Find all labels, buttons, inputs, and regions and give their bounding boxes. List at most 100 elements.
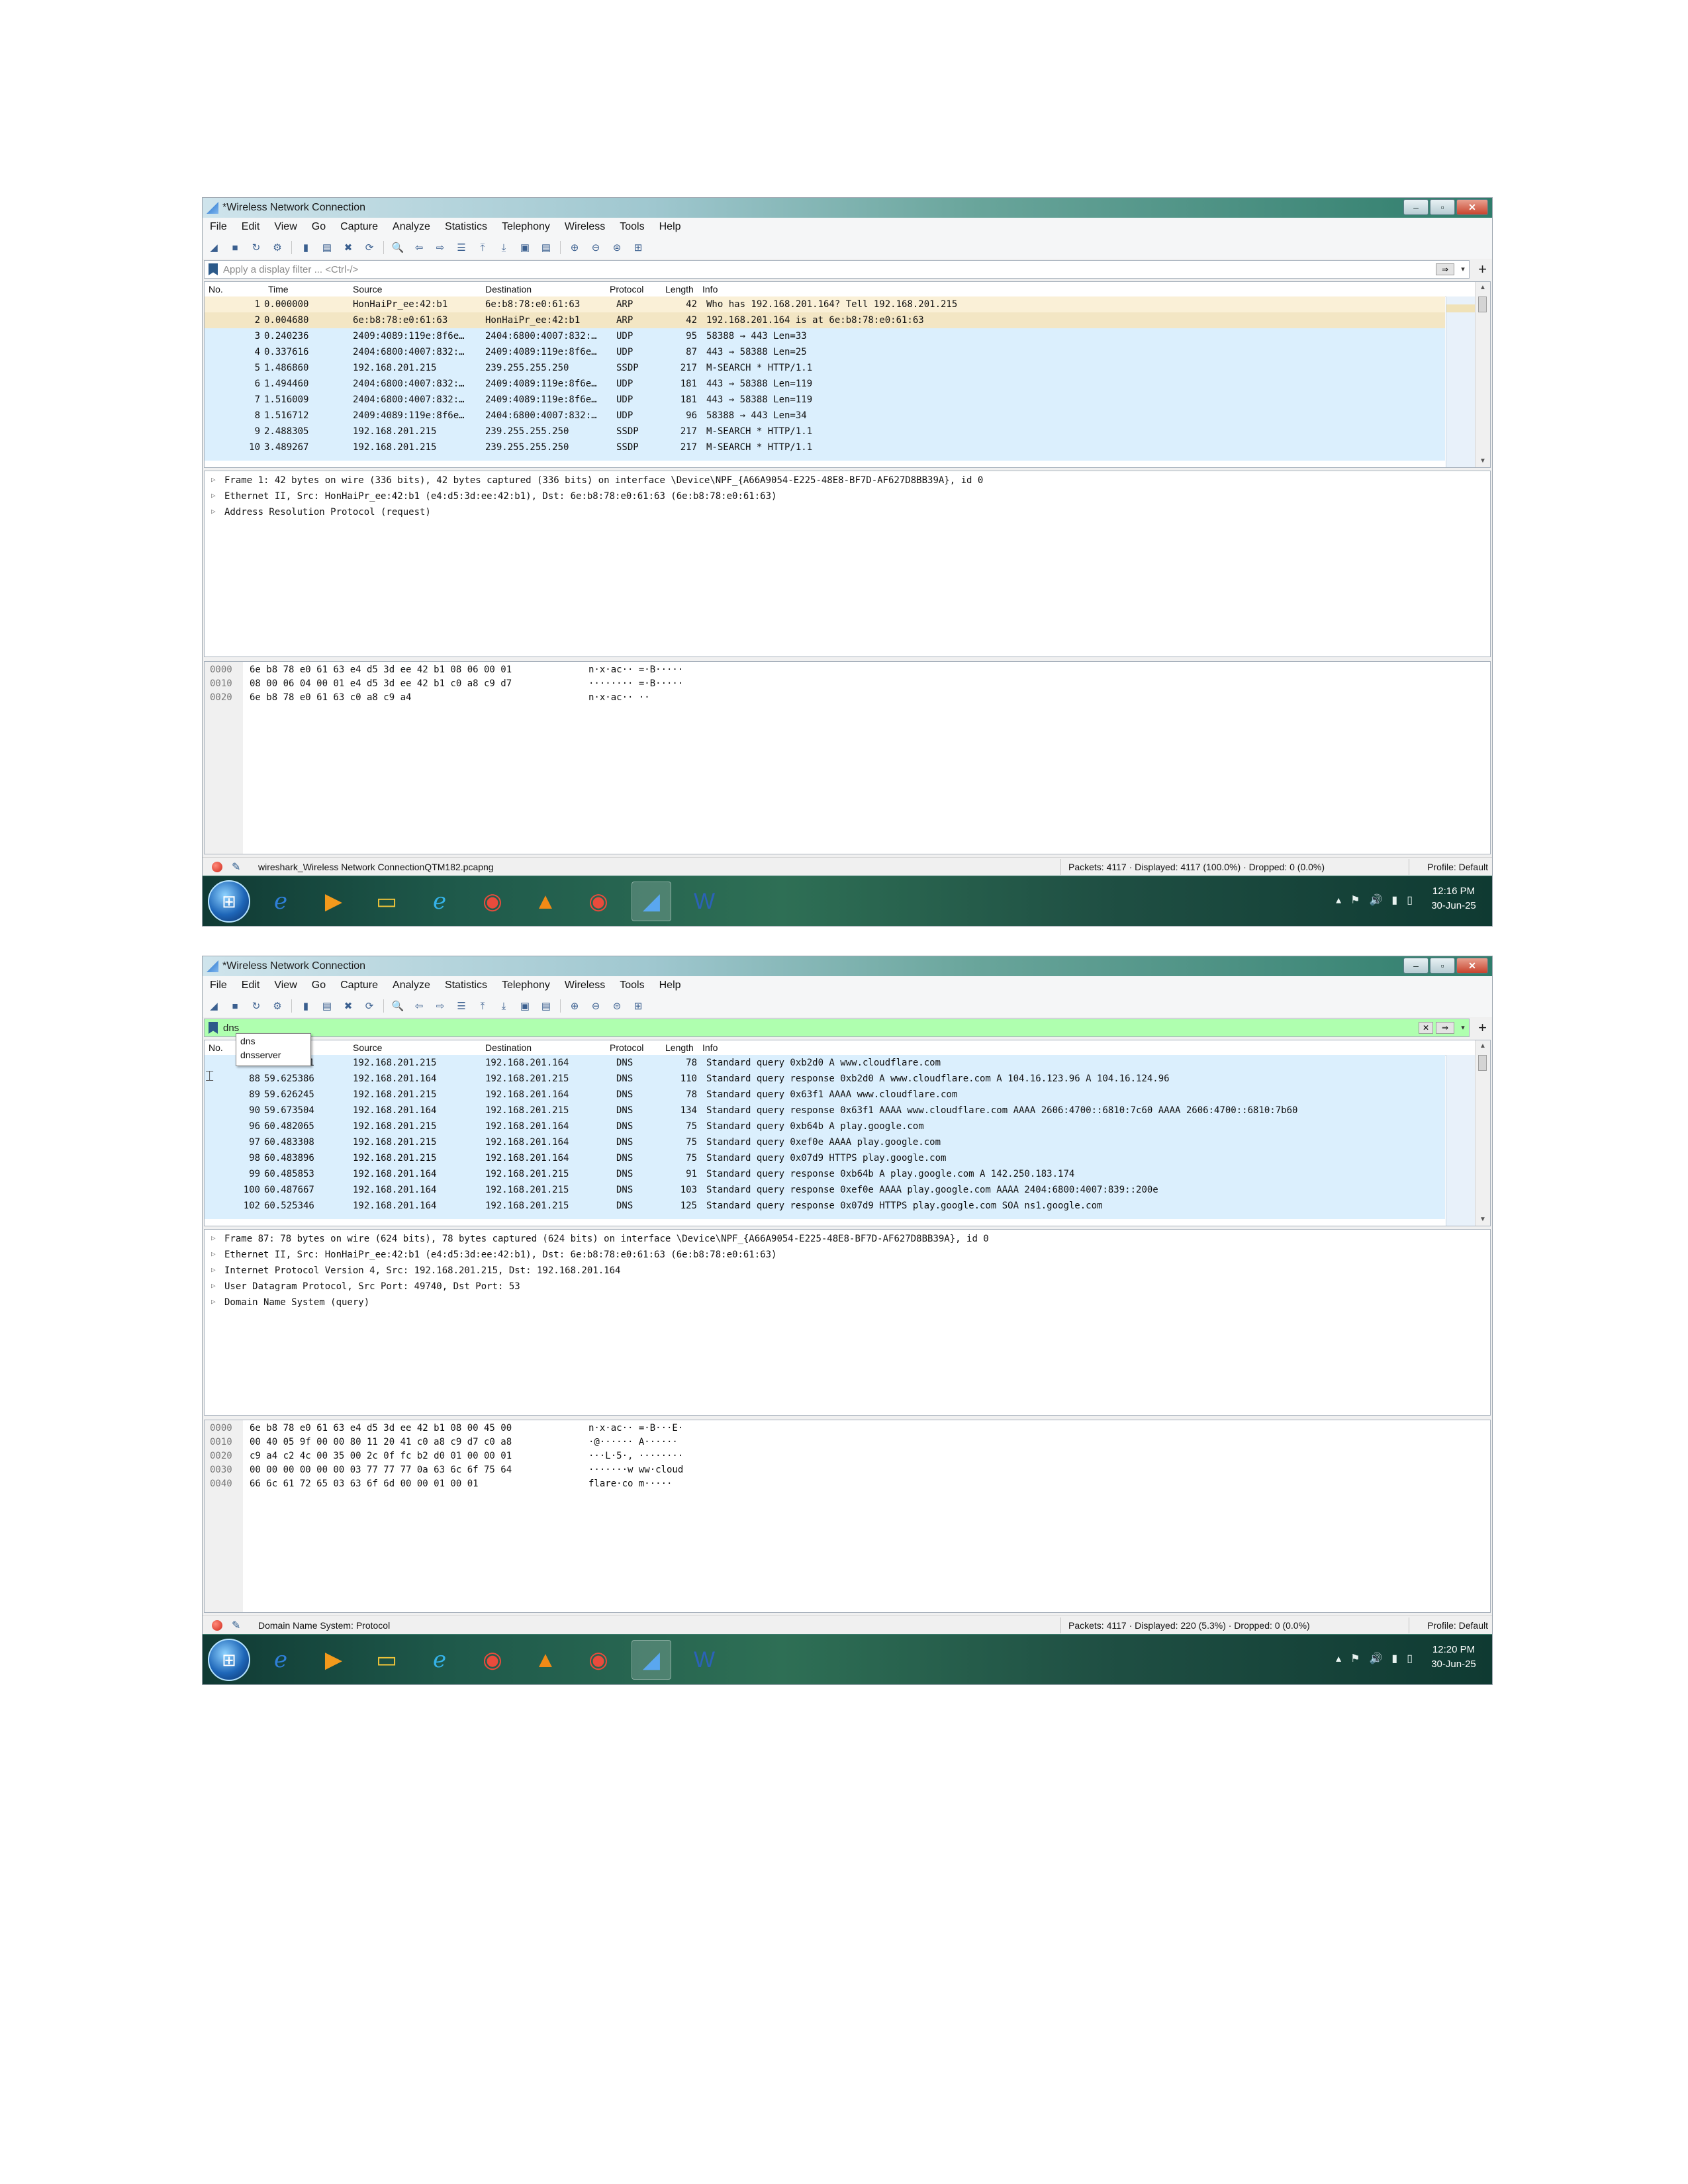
packet-row[interactable]: 99 60.485853 192.168.201.164 192.168.201.21… [205,1166,1445,1182]
zoom-in-icon[interactable]: ⊕ [567,999,582,1013]
battery-icon[interactable]: ▯ [1407,893,1413,907]
menu-wireless[interactable]: Wireless [557,221,612,233]
bytes-hex[interactable]: 6e b8 78 e0 61 63 e4 d5 3d ee 42 b1 08 0… [250,664,512,675]
shark-fin-start-icon[interactable]: ◢ [207,999,221,1013]
expand-arrow-icon[interactable]: ▷ [211,1281,216,1290]
vlc-icon[interactable]: ▲ [526,1640,565,1680]
save-file-icon[interactable]: ▤ [320,240,334,255]
menu-view[interactable]: View [267,979,304,991]
zoom-reset-icon[interactable]: ⊜ [610,999,624,1013]
menu-statistics[interactable]: Statistics [438,221,494,233]
forward-arrow-icon[interactable]: ⇨ [433,240,447,255]
word-icon[interactable]: W [684,882,724,921]
menu-file[interactable]: File [203,979,234,991]
chrome-icon[interactable]: ◉ [473,1640,512,1680]
detail-tree-item[interactable]: ▷ Ethernet II, Src: HonHaiPr_ee:42:b1 (e4… [205,488,1490,504]
go-to-packet-icon[interactable]: ☰ [454,240,469,255]
volume-icon[interactable]: 🔊 [1369,1652,1382,1665]
back-arrow-icon[interactable]: ⇦ [412,240,426,255]
bytes-row[interactable]: 0040 66 6c 61 72 65 03 63 6f 6d 00 00 01 … [205,1477,1490,1491]
scroll-up-icon[interactable]: ▲ [1476,1040,1490,1052]
bytes-ascii[interactable]: ·@······ A······ [588,1437,678,1447]
forward-arrow-icon[interactable]: ⇨ [433,999,447,1013]
menu-go[interactable]: Go [305,979,333,991]
open-folder-icon[interactable]: ▮ [299,999,313,1013]
first-packet-icon[interactable]: ⤒ [475,240,490,255]
maximize-icon[interactable]: ▫ [1430,958,1455,974]
packet-minimap[interactable] [1446,296,1476,467]
media-player-icon[interactable]: ▶ [314,882,353,921]
menu-capture[interactable]: Capture [333,979,385,991]
expert-info-led-icon[interactable] [212,1620,222,1631]
autocomplete-item[interactable]: dns [240,1036,256,1046]
partial-packet-row[interactable] [205,1214,1445,1219]
clear-filter-icon[interactable]: ✕ [1419,1022,1433,1034]
menu-help[interactable]: Help [652,979,688,991]
wireshark-icon[interactable]: ◢ [632,882,671,921]
reload-icon[interactable]: ⟳ [362,240,377,255]
file-explorer-icon[interactable]: ▭ [367,882,406,921]
expand-arrow-icon[interactable]: ▷ [211,491,216,500]
filter-history-dropdown-icon[interactable]: ▾ [1457,263,1469,275]
detail-tree-item[interactable]: ▷ Address Resolution Protocol (request) [205,504,1490,520]
zoom-in-icon[interactable]: ⊕ [567,240,582,255]
column-header-proto[interactable]: Protocol [610,284,643,295]
taskbar-clock[interactable]: 12:16 PM 30-Jun-25 [1421,884,1487,913]
edge-icon[interactable]: ℯ [420,882,459,921]
column-header-len[interactable]: Length [665,284,694,295]
expand-arrow-icon[interactable]: ▷ [211,1250,216,1258]
find-icon[interactable]: 🔍 [391,999,405,1013]
detail-tree-item[interactable]: ▷ Ethernet II, Src: HonHaiPr_ee:42:b1 (e4… [205,1247,1490,1263]
packet-row[interactable]: 10 3.489267 192.168.201.215 239.255.255.250… [205,439,1445,455]
packet-row[interactable]: 88 59.625386 192.168.201.164 192.168.201.21… [205,1071,1445,1087]
expand-arrow-icon[interactable]: ▷ [211,1265,216,1274]
packet-row[interactable]: 98 60.483896 192.168.201.215 192.168.201.16… [205,1150,1445,1166]
start-button-icon[interactable]: ⊞ [208,1639,250,1681]
column-header-no[interactable]: No. [209,284,223,295]
stop-icon[interactable]: ■ [228,999,242,1013]
packet-row[interactable]: 9 2.488305 192.168.201.215 239.255.255.250 S… [205,424,1445,439]
bytes-row[interactable]: 0010 00 40 05 9f 00 00 80 11 20 41 c0 a8 … [205,1435,1490,1449]
bytes-ascii[interactable]: flare·co m····· [588,1479,672,1489]
reload-icon[interactable]: ⟳ [362,999,377,1013]
column-header-info[interactable]: Info [702,284,718,295]
detail-tree-item[interactable]: ▷ User Datagram Protocol, Src Port: 49740… [205,1279,1490,1295]
minimize-icon[interactable]: – [1403,958,1429,974]
open-folder-icon[interactable]: ▮ [299,240,313,255]
menu-edit[interactable]: Edit [234,221,267,233]
column-header-src[interactable]: Source [353,284,382,295]
minimize-icon[interactable]: – [1403,199,1429,215]
bytes-ascii[interactable]: n·x·ac·· =·B····· [588,664,683,675]
menu-file[interactable]: File [203,221,234,233]
bytes-hex[interactable]: 00 00 00 00 00 00 03 77 77 77 0a 63 6c 6… [250,1465,512,1475]
word-icon[interactable]: W [684,1640,724,1680]
start-button-icon[interactable]: ⊞ [208,880,250,923]
bytes-ascii[interactable]: ···L·5·, ········ [588,1451,683,1461]
taskbar-clock[interactable]: 12:20 PM 30-Jun-25 [1421,1643,1487,1672]
internet-explorer-icon[interactable]: ℯ [261,1640,301,1680]
chrome-alt-icon[interactable]: ◉ [579,1640,618,1680]
partial-packet-row[interactable] [205,455,1445,461]
expand-arrow-icon[interactable]: ▷ [211,1234,216,1242]
wireshark-icon[interactable]: ◢ [632,1640,671,1680]
action-center-flag-icon[interactable]: ⚑ [1350,1652,1360,1665]
restart-icon[interactable]: ↻ [249,999,263,1013]
column-header-time[interactable]: Time [268,284,289,295]
menu-capture[interactable]: Capture [333,221,385,233]
resize-columns-icon[interactable]: ⊞ [631,999,645,1013]
add-filter-button-icon[interactable]: + [1478,261,1487,277]
zoom-out-icon[interactable]: ⊖ [588,240,603,255]
bytes-ascii[interactable]: n·x·ac·· ·· [588,692,650,703]
expand-arrow-icon[interactable]: ▷ [211,475,216,484]
packet-row[interactable]: 6 1.494460 2404:6800:4007:832:… 2409:4089:1… [205,376,1445,392]
capture-comment-icon[interactable]: ✎ [232,860,240,874]
column-header-proto[interactable]: Protocol [610,1042,643,1053]
network-signal-icon[interactable]: ▮ [1391,893,1397,907]
zoom-reset-icon[interactable]: ⊜ [610,240,624,255]
apply-filter-icon[interactable]: ⇒ [1436,1022,1454,1034]
bytes-hex[interactable]: 66 6c 61 72 65 03 63 6f 6d 00 00 01 00 0… [250,1479,479,1489]
display-filter-input[interactable] [222,263,1436,276]
column-header-src[interactable]: Source [353,1042,382,1053]
show-hidden-icons-icon[interactable]: ▴ [1336,1652,1341,1665]
menu-edit[interactable]: Edit [234,979,267,991]
